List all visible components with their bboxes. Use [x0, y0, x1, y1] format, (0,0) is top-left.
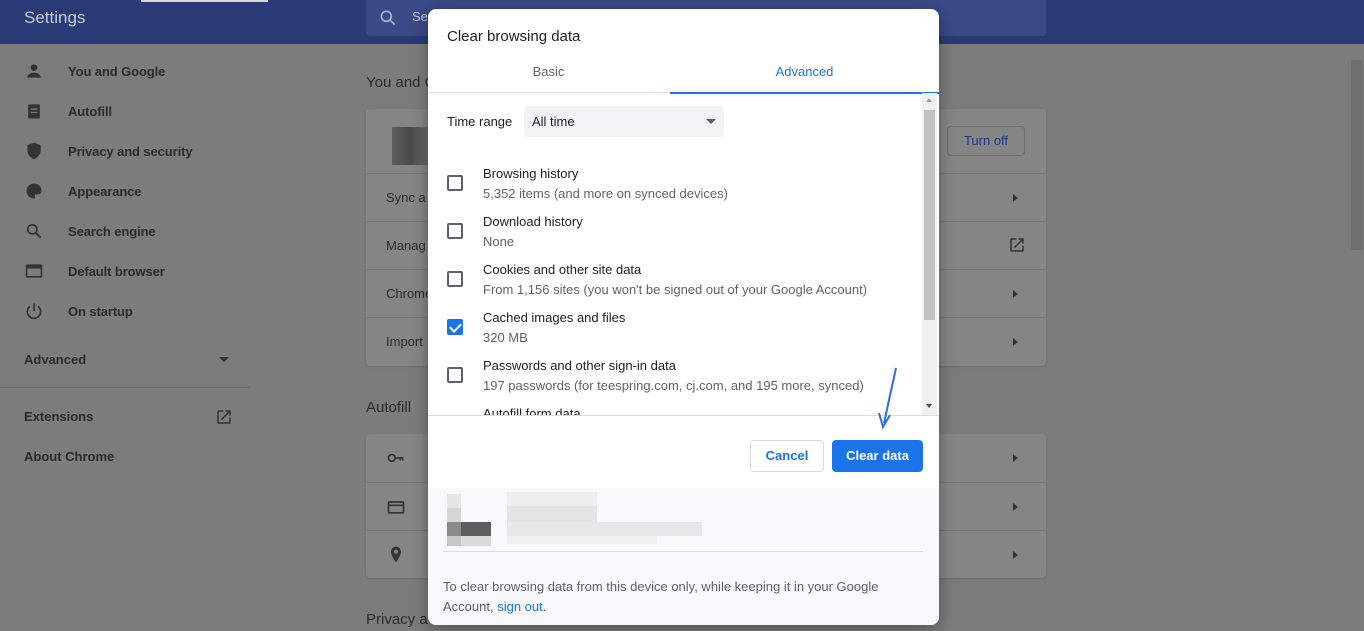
sidebar-item-label: Appearance — [68, 184, 142, 199]
option-title: Download history — [483, 214, 583, 229]
sidebar-item-on-startup[interactable]: On startup — [0, 291, 250, 331]
option-title: Passwords and other sign-in data — [483, 358, 676, 373]
person-icon — [27, 64, 41, 78]
chevron-right-icon — [1013, 454, 1018, 462]
row-label: Import — [386, 334, 423, 349]
search-icon — [380, 10, 396, 26]
sidebar-item-label: You and Google — [68, 64, 166, 79]
section-heading-privacy: Privacy a — [366, 611, 428, 628]
search-placeholder: Se — [412, 9, 428, 24]
dialog-tabs: Basic Advanced — [428, 59, 939, 94]
sidebar-item-label: Default browser — [68, 264, 165, 279]
dialog-content: Time range All time Browsing history 5,3… — [428, 93, 939, 416]
page-scrollbar-thumb[interactable] — [1351, 60, 1363, 250]
sidebar-item-label: Privacy and security — [68, 144, 193, 159]
row-label: Manag — [386, 238, 426, 253]
sidebar-divider — [0, 387, 250, 388]
row-label: Sync a — [386, 190, 426, 205]
option-download-history: Download history None — [428, 214, 918, 262]
header-tab-indicator — [141, 0, 268, 2]
option-cached-images: Cached images and files 320 MB — [428, 310, 918, 358]
chevron-right-icon — [1013, 503, 1018, 511]
sidebar-item-label: On startup — [68, 304, 133, 319]
section-heading-autofill: Autofill — [366, 399, 412, 416]
chevron-down-icon — [706, 119, 716, 124]
open-external-icon — [217, 410, 231, 424]
account-section: To clear browsing data from this device … — [428, 488, 939, 625]
sidebar-item-appearance[interactable]: Appearance — [0, 171, 250, 211]
option-description: None — [483, 234, 515, 249]
sidebar-item-you-and-google[interactable]: You and Google — [0, 51, 250, 91]
option-title: Cached images and files — [483, 310, 626, 325]
option-passwords: Passwords and other sign-in data 197 pas… — [428, 358, 918, 406]
settings-title: Settings — [24, 8, 86, 27]
scroll-down-arrow-icon[interactable] — [926, 404, 932, 408]
dialog-title: Clear browsing data — [447, 28, 581, 45]
browsing-history-checkbox[interactable] — [447, 175, 463, 191]
sidebar-item-default-browser[interactable]: Default browser — [0, 251, 250, 291]
tab-advanced-label: Advanced — [775, 64, 834, 79]
key-icon — [387, 453, 404, 463]
clear-browsing-data-dialog: Clear browsing data Basic Advanced Time … — [428, 9, 939, 625]
scrollbar-thumb[interactable] — [924, 110, 935, 320]
location-pin-icon — [391, 546, 401, 563]
open-external-icon — [1010, 238, 1024, 252]
option-description: From 1,156 sites (you won't be signed ou… — [483, 282, 868, 297]
option-title: Cookies and other site data — [483, 262, 642, 277]
sidebar-item-label: Search engine — [68, 224, 156, 239]
settings-sidebar: You and Google Autofill Privacy and secu… — [0, 44, 250, 631]
passwords-checkbox[interactable] — [447, 367, 463, 383]
time-range-value: All time — [532, 114, 575, 129]
power-icon — [26, 303, 42, 320]
account-divider — [443, 551, 923, 552]
option-browsing-history: Browsing history 5,352 items (and more o… — [428, 166, 918, 214]
turn-off-sync-button[interactable]: Turn off — [947, 126, 1025, 156]
option-description: 320 MB — [483, 330, 528, 345]
tab-basic[interactable]: Basic — [428, 59, 669, 93]
sign-out-note: To clear browsing data from this device … — [443, 577, 913, 617]
option-description: 5,352 items (and more on synced devices) — [483, 186, 728, 201]
chevron-right-icon — [1013, 194, 1018, 202]
note-period: . — [542, 599, 547, 614]
chevron-right-icon — [1013, 551, 1018, 559]
scroll-up-arrow-icon[interactable] — [926, 98, 932, 102]
browser-icon — [25, 264, 43, 278]
clear-data-button[interactable]: Clear data — [832, 440, 923, 472]
search-icon — [26, 223, 42, 239]
time-range-label: Time range — [447, 114, 513, 129]
option-title: Browsing history — [483, 166, 579, 181]
annotation-arrow-icon — [878, 367, 897, 430]
palette-icon — [26, 183, 42, 199]
sidebar-advanced-toggle[interactable]: Advanced — [24, 352, 86, 367]
sign-out-link[interactable]: sign out — [497, 599, 543, 614]
chevron-right-icon — [1013, 338, 1018, 346]
cookies-checkbox[interactable] — [447, 271, 463, 287]
clipboard-icon — [28, 104, 40, 119]
dialog-footer-divider — [428, 415, 939, 416]
sidebar-item-about-chrome[interactable]: About Chrome — [24, 449, 114, 464]
sidebar-item-label: Autofill — [68, 104, 112, 119]
cancel-button[interactable]: Cancel — [750, 440, 824, 472]
row-label: Chrome — [386, 286, 433, 301]
sidebar-item-search-engine[interactable]: Search engine — [0, 211, 250, 251]
chevron-right-icon — [1013, 290, 1018, 298]
option-description: 197 passwords (for teespring.com, cj.com… — [483, 378, 864, 393]
time-range-select[interactable]: All time — [524, 106, 724, 137]
chevron-down-icon — [219, 357, 229, 362]
download-history-checkbox[interactable] — [447, 223, 463, 239]
sidebar-item-autofill[interactable]: Autofill — [0, 91, 250, 131]
avatar — [392, 127, 428, 165]
section-heading-you-and-google: You and G — [366, 74, 437, 91]
credit-card-icon — [387, 501, 405, 514]
tab-advanced[interactable]: Advanced — [670, 59, 939, 94]
dialog-scrollbar[interactable] — [922, 93, 937, 416]
option-cookies: Cookies and other site data From 1,156 s… — [428, 262, 918, 310]
sidebar-item-extensions[interactable]: Extensions — [24, 409, 93, 424]
cached-images-checkbox[interactable] — [447, 319, 463, 335]
shield-icon — [27, 142, 41, 160]
sidebar-item-privacy[interactable]: Privacy and security — [0, 131, 250, 171]
